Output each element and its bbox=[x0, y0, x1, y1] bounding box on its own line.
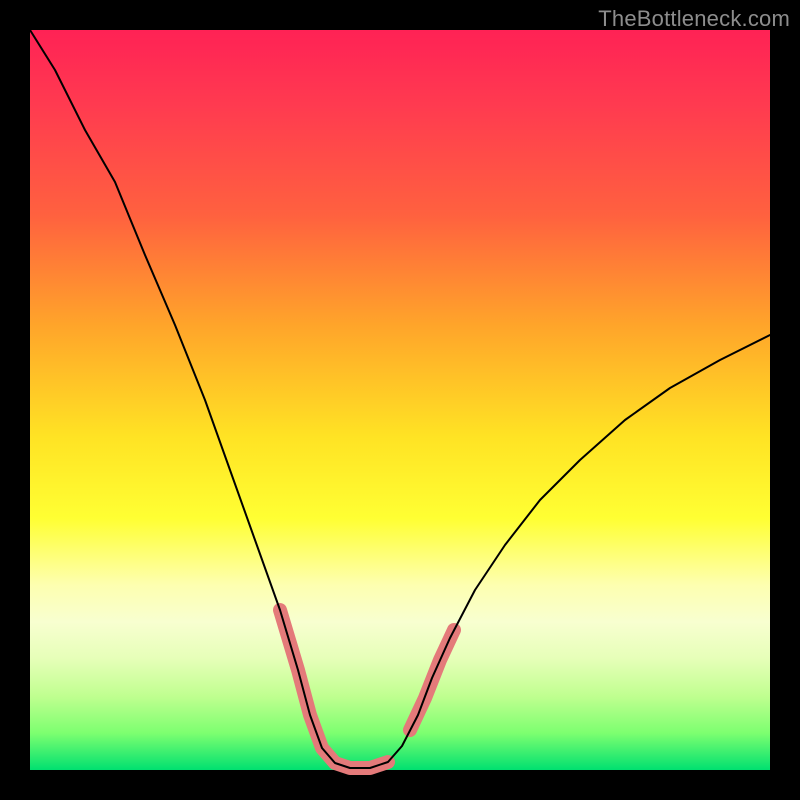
watermark-text: TheBottleneck.com bbox=[598, 6, 790, 32]
bottleneck-curve bbox=[30, 30, 770, 768]
left-knee-highlight bbox=[280, 610, 388, 768]
curve-layer bbox=[30, 30, 770, 768]
chart-overlay bbox=[30, 30, 770, 770]
